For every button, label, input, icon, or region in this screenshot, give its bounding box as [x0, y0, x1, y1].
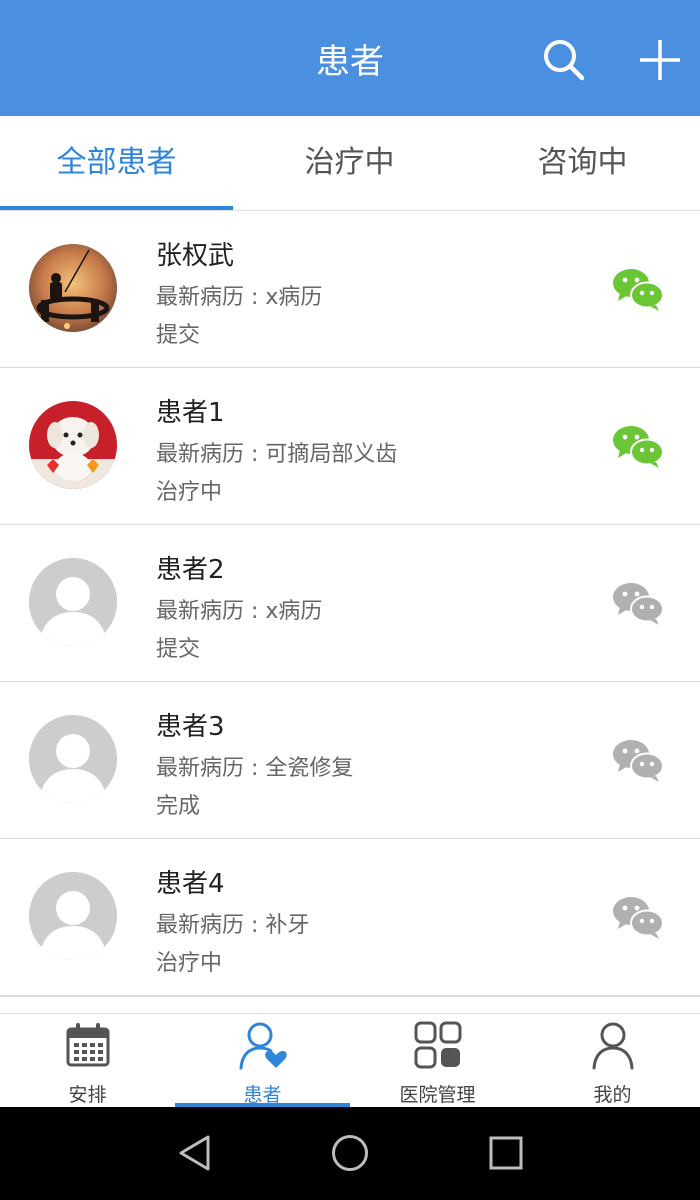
patient-row[interactable]: 患者2 最新病历 : x病历 提交: [0, 525, 700, 683]
latest-record: 最新病历 : 全瓷修复: [156, 756, 354, 781]
plus-icon: [640, 40, 680, 80]
home-circle-icon: [332, 1135, 368, 1171]
latest-record: 最新病历 : 可摘局部义齿: [156, 442, 398, 467]
default-avatar-icon: [29, 872, 117, 960]
back-triangle-icon: [179, 1135, 210, 1171]
patient-name: 患者1: [156, 398, 225, 428]
nav-label: 我的: [593, 1084, 632, 1106]
nav-label: 医院管理: [399, 1084, 476, 1106]
wechat-chat-button[interactable]: [612, 267, 664, 311]
patient-status: 提交: [156, 637, 201, 662]
patient-row[interactable]: 患者1 最新病历 : 可摘局部义齿 治疗中: [0, 368, 700, 526]
top-app-bar: 患者: [0, 0, 700, 116]
system-navigation-bar: [0, 1107, 700, 1200]
latest-record: 最新病历 : 补牙: [156, 913, 310, 938]
nav-label: 安排: [68, 1084, 107, 1106]
avatar: [29, 401, 117, 489]
tab-consulting[interactable]: 咨询中: [466, 116, 699, 210]
patient-status: 完成: [156, 794, 201, 819]
bottom-navigation: 安排 患者 医院管理 我的: [0, 1013, 700, 1108]
patient-status: 治疗中: [156, 951, 223, 976]
nav-mine[interactable]: 我的: [525, 1014, 700, 1108]
tab-all-patients[interactable]: 全部患者: [0, 116, 233, 210]
avatar: [29, 715, 117, 803]
page-title: 患者: [316, 42, 384, 82]
wechat-chat-button[interactable]: [612, 895, 664, 939]
avatar: [29, 558, 117, 646]
patient-row[interactable]: 患者3 最新病历 : 全瓷修复 完成: [0, 682, 700, 840]
system-recents-button[interactable]: [486, 1133, 526, 1173]
calendar-icon: [66, 1023, 110, 1067]
wechat-chat-button[interactable]: [612, 581, 664, 625]
latest-record: 最新病历 : x病历: [156, 599, 323, 624]
patient-heart-icon: [239, 1022, 287, 1070]
patient-list: 张权武 最新病历 : x病历 提交 患者1 最新病历: 可摘局部义齿 治疗中 …: [0, 211, 700, 1008]
patient-name: 张权武: [156, 241, 235, 271]
search-button[interactable]: [540, 36, 588, 84]
default-avatar-icon: [29, 715, 117, 803]
wechat-icon: [613, 426, 664, 468]
active-tab-indicator: [0, 206, 233, 210]
tab-in-treatment[interactable]: 治疗中: [233, 116, 466, 210]
wechat-icon: [613, 897, 664, 939]
person-icon: [592, 1022, 634, 1070]
wechat-chat-button[interactable]: [612, 424, 664, 468]
wechat-icon: [613, 583, 664, 625]
avatar: [29, 244, 117, 332]
system-back-button[interactable]: [175, 1133, 215, 1173]
patient-status: 治疗中: [156, 480, 223, 505]
wechat-icon: [613, 740, 664, 782]
patient-name: 患者2: [156, 555, 225, 585]
patient-name: 患者4: [156, 869, 225, 899]
patient-row[interactable]: 患者4 最新病历 : 补牙 治疗中: [0, 839, 700, 997]
add-patient-button[interactable]: [636, 36, 684, 84]
latest-record: 最新病历 : x病历: [156, 285, 323, 310]
recents-square-icon: [489, 1136, 523, 1170]
patient-row[interactable]: 张权武 最新病历 : x病历 提交: [0, 211, 700, 369]
system-home-button[interactable]: [330, 1133, 370, 1173]
nav-schedule[interactable]: 安排: [0, 1014, 175, 1108]
wechat-icon: [613, 269, 664, 311]
wechat-chat-button[interactable]: [612, 738, 664, 782]
default-avatar-icon: [29, 558, 117, 646]
avatar: [29, 872, 117, 960]
patient-filter-tabs: 全部患者 治疗中 咨询中: [0, 116, 700, 211]
patient-status: 提交: [156, 323, 201, 348]
patient-name: 患者3: [156, 712, 225, 742]
nav-hospital-management[interactable]: 医院管理: [350, 1014, 525, 1108]
search-icon: [544, 40, 585, 81]
grid-icon: [414, 1021, 462, 1069]
nav-patients[interactable]: 患者: [175, 1014, 350, 1108]
